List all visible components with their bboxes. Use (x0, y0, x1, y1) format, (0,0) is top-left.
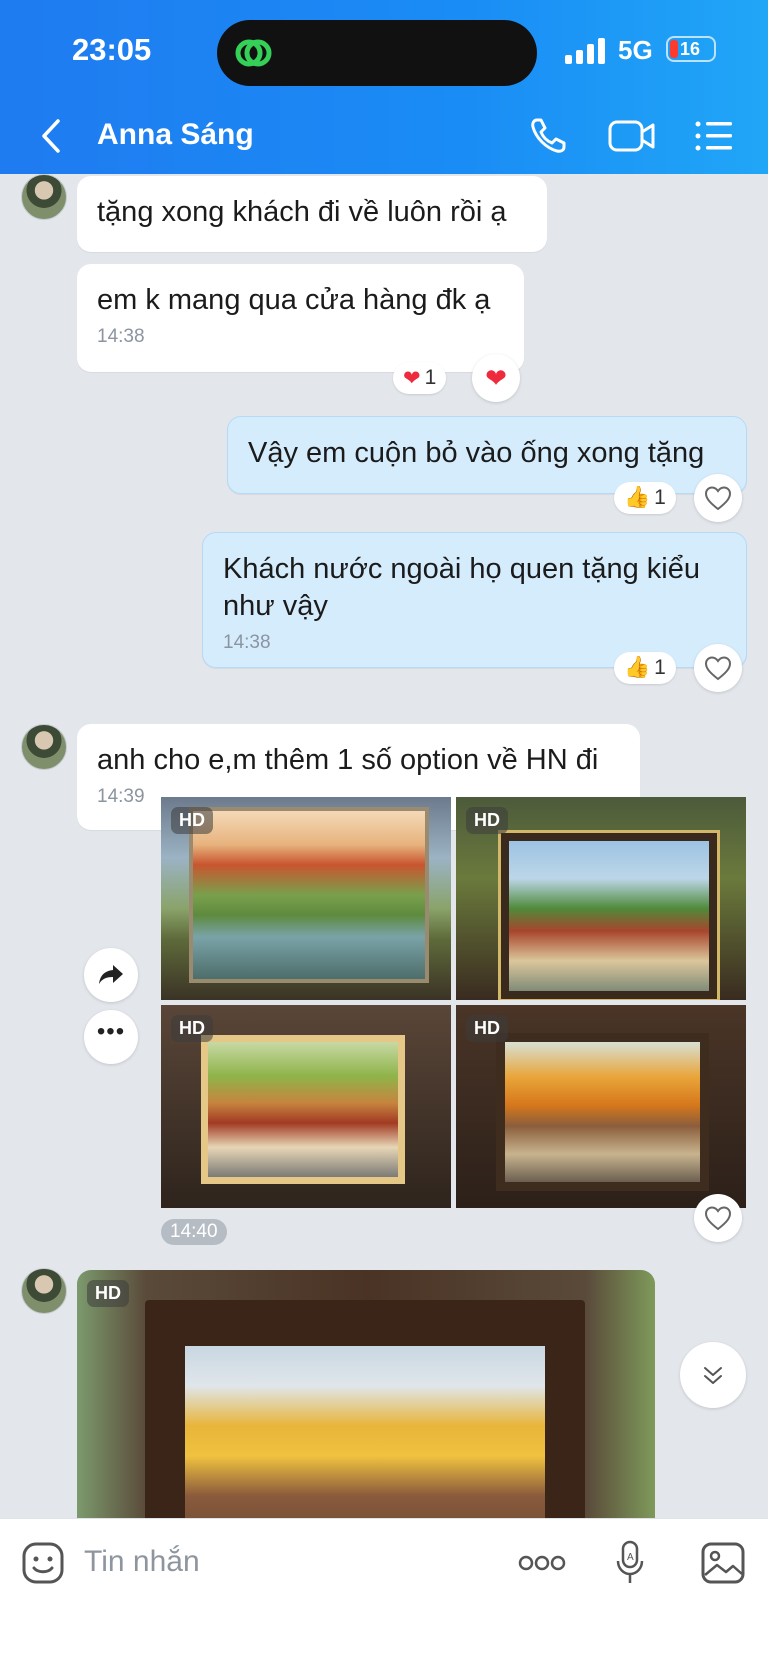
outgoing-message[interactable]: Khách nước ngoài họ quen tặng kiểu như v… (202, 532, 747, 668)
thumbs-up-reaction-icon: 👍 (624, 656, 651, 679)
message-text: Khách nước ngoài họ quen tặng kiểu như v… (223, 553, 700, 622)
thumbs-up-reaction-icon: 👍 (624, 486, 651, 509)
hd-badge: HD (171, 1015, 213, 1042)
message-time: 14:38 (97, 326, 145, 347)
heart-outline-icon (704, 1206, 732, 1231)
reaction-count: 1 (424, 366, 437, 389)
react-button[interactable] (694, 1194, 742, 1242)
message-text: em k mang qua cửa hàng đk ạ (97, 284, 491, 316)
status-time: 23:05 (72, 32, 152, 67)
heart-icon: ❤ (485, 362, 507, 393)
heart-reaction-icon: ❤ (403, 366, 421, 390)
svg-text:A: A (627, 1552, 634, 1563)
message-input[interactable]: Tin nhắn (84, 1545, 200, 1579)
painting-photo[interactable]: HD (77, 1270, 655, 1518)
contact-name[interactable]: Anna Sáng (97, 118, 254, 152)
battery-icon: 16 (666, 36, 716, 62)
voice-to-text-microphone-icon[interactable]: A (614, 1539, 646, 1587)
message-input-bar: Tin nhắn A (0, 1518, 768, 1666)
zalo-call-icon (235, 39, 272, 67)
hd-badge: HD (466, 1015, 508, 1042)
heart-outline-icon (704, 656, 732, 681)
image-gallery-icon[interactable] (700, 1541, 746, 1585)
chat-messages[interactable]: tặng xong khách đi về luôn rồi ạ em k ma… (0, 174, 768, 1518)
back-arrow-icon[interactable] (40, 118, 62, 154)
message-text: Vậy em cuộn bỏ vào ống xong tặng (248, 437, 705, 469)
sticker-emoji-icon[interactable] (21, 1541, 65, 1585)
reaction-summary[interactable]: 👍 1 (614, 652, 676, 684)
contact-avatar[interactable] (21, 174, 67, 220)
message-text: tặng xong khách đi về luôn rồi ạ (97, 196, 507, 228)
hd-badge: HD (466, 807, 508, 834)
forward-arrow-icon (99, 965, 123, 984)
heart-react-button[interactable]: ❤ (472, 354, 520, 402)
message-time: 14:40 (161, 1219, 227, 1245)
contact-avatar[interactable] (21, 1268, 67, 1314)
chat-header: 23:05 5G 16 Anna Sáng (0, 0, 768, 174)
message-text: anh cho e,m thêm 1 số option về HN đi (97, 744, 599, 776)
network-type: 5G (618, 35, 653, 65)
battery-level: 16 (680, 39, 701, 59)
painting-photo[interactable]: HD (161, 1005, 451, 1208)
dynamic-island (217, 20, 537, 86)
react-button[interactable] (694, 474, 742, 522)
reaction-summary[interactable]: 👍 1 (614, 482, 676, 514)
painting-photo[interactable]: HD (161, 797, 451, 1000)
react-button[interactable] (694, 644, 742, 692)
video-call-icon[interactable] (608, 116, 656, 156)
double-chevron-down-icon (704, 1367, 722, 1384)
reaction-summary[interactable]: ❤ 1 (393, 362, 447, 394)
signal-icon (565, 38, 605, 64)
phone-call-icon[interactable] (528, 116, 568, 156)
hd-badge: HD (87, 1280, 129, 1307)
heart-outline-icon (704, 486, 732, 511)
incoming-message[interactable]: em k mang qua cửa hàng đk ạ 14:38 (77, 264, 524, 372)
painting-photo[interactable]: HD (456, 797, 746, 1000)
incoming-message[interactable]: tặng xong khách đi về luôn rồi ạ (77, 176, 547, 252)
scroll-to-bottom-button[interactable] (680, 1342, 746, 1408)
reaction-count: 1 (654, 486, 666, 509)
painting-photo[interactable]: HD (456, 1005, 746, 1208)
more-options-button[interactable]: ••• (84, 1010, 138, 1064)
menu-list-icon[interactable] (694, 116, 734, 156)
more-dots-icon: ••• (96, 1018, 126, 1045)
more-actions-icon[interactable] (518, 1555, 566, 1571)
reaction-count: 1 (654, 656, 666, 679)
forward-button[interactable] (84, 948, 138, 1002)
outgoing-message[interactable]: Vậy em cuộn bỏ vào ống xong tặng (227, 416, 747, 494)
hd-badge: HD (171, 807, 213, 834)
contact-avatar[interactable] (21, 724, 67, 770)
